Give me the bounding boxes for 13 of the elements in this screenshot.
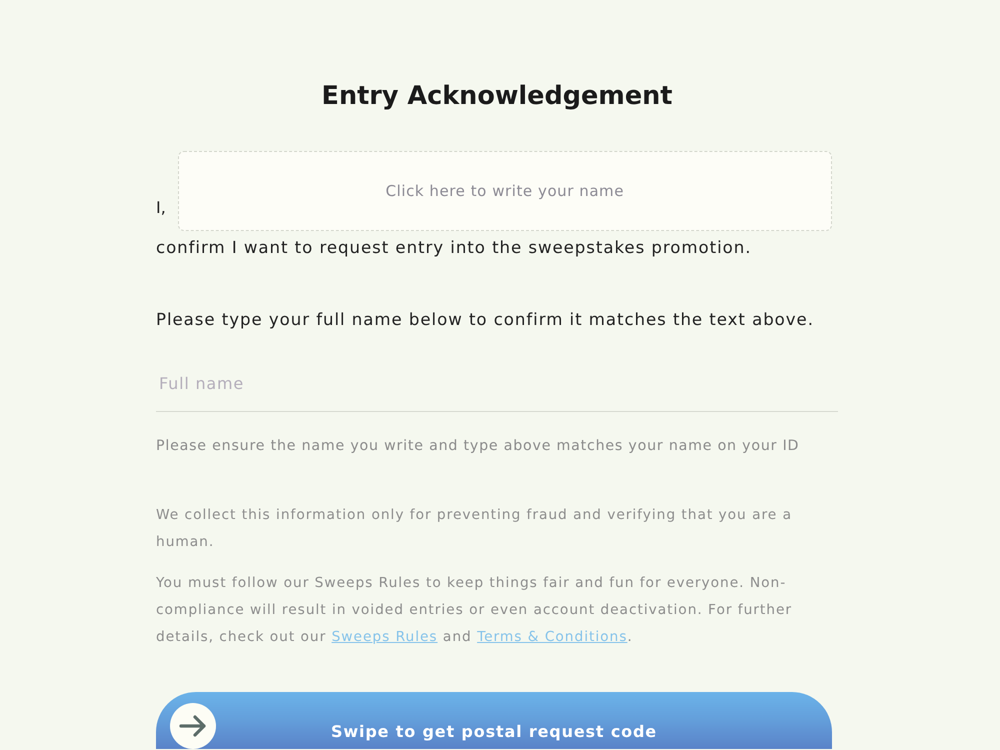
notice-paragraph: We collect this information only for preventing fraud and verifying that you are a human.: [156, 506, 793, 552]
full-name-input[interactable]: Full name: [156, 364, 838, 412]
text-link[interactable]: Terms & Conditions: [477, 629, 628, 645]
notice-paragraph: You must follow our Sweeps Rules to keep things fair and fun for everyone. Non-compliance will result in voided entries or even account deactivation. For further details, check out our Sweeps Rules and Terms & Conditions.: [156, 574, 794, 647]
confirmation-text: confirm I want to request entry into the sweepstakes promotion.: [156, 237, 752, 259]
signature-prefix: I,: [156, 198, 166, 218]
swipe-slider[interactable]: Swipe to get postal request code: [156, 692, 832, 749]
arrow-right-icon[interactable]: [170, 703, 216, 749]
page-title: Entry Acknowledgement: [322, 80, 672, 113]
text-link[interactable]: Sweeps Rules: [332, 629, 438, 645]
instruction-text: Please type your full name below to confirm it matches the text above.: [156, 309, 814, 331]
signature-field[interactable]: Click here to write your name: [178, 151, 832, 231]
name-hint-text: Please ensure the name you write and type above matches your name on your ID: [156, 437, 800, 456]
